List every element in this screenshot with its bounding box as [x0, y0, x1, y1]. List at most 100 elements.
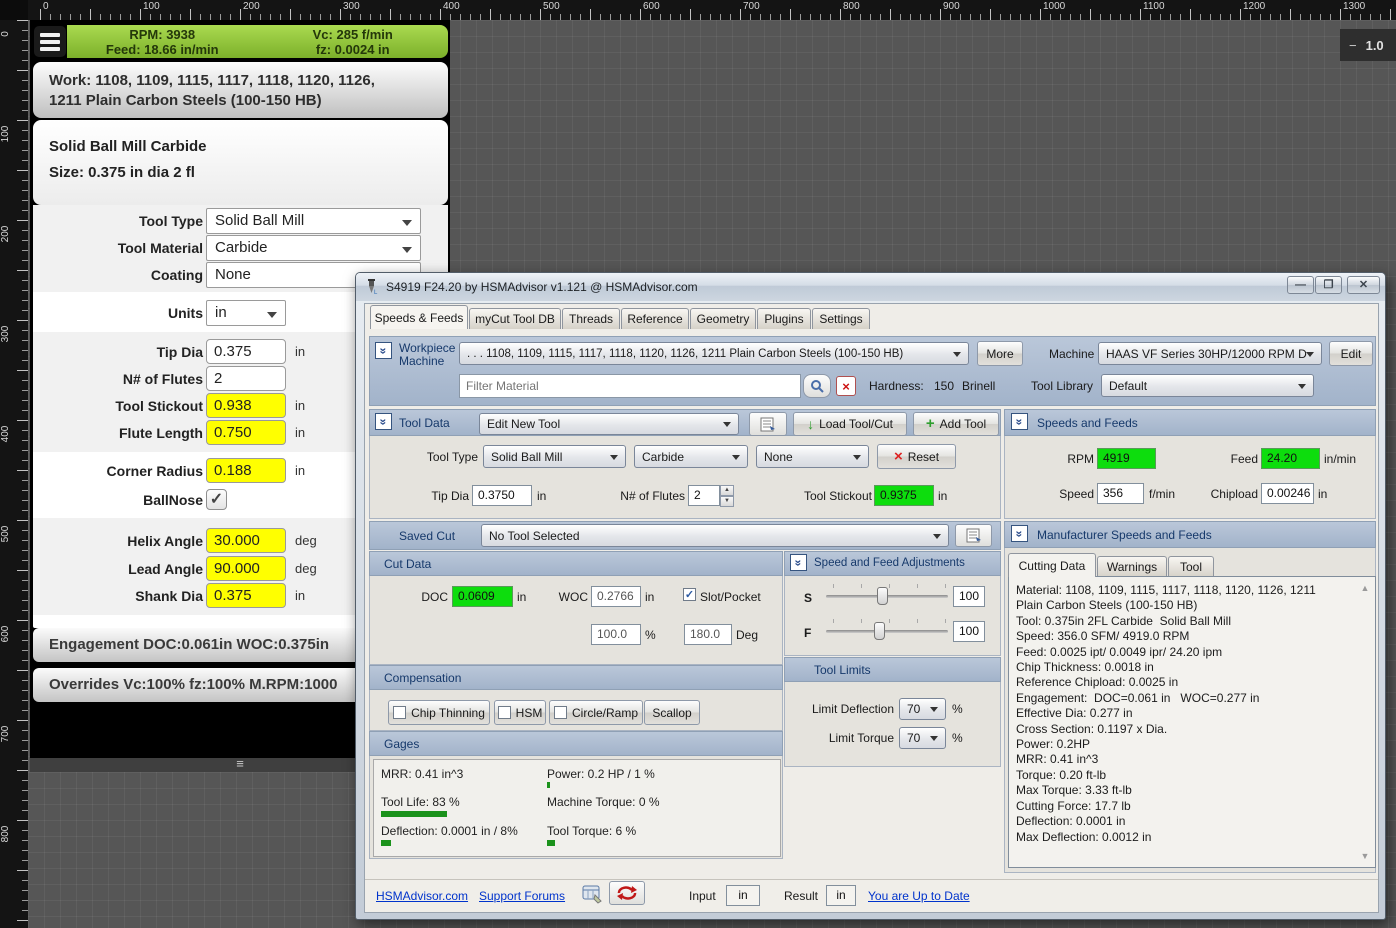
refresh-button[interactable]: [609, 881, 645, 905]
s-value-field[interactable]: 100: [953, 586, 985, 607]
saved-cut-list-button[interactable]: [955, 524, 992, 547]
f-value-field[interactable]: 100: [953, 621, 985, 642]
saved-cut-list-icon: [966, 528, 982, 543]
circle-ramp-button[interactable]: Circle/Ramp: [549, 700, 643, 725]
app-icon: L: [364, 279, 380, 295]
lead-angle-input[interactable]: 90.000: [206, 556, 286, 581]
woc-percent-field[interactable]: 100.0: [591, 624, 641, 645]
tool-library-select[interactable]: Default: [1101, 374, 1314, 397]
tip-dia-input[interactable]: 0.375: [206, 339, 286, 364]
collapse-speeds-feeds-button[interactable]: »: [1011, 413, 1028, 430]
hsm-checkbox[interactable]: [498, 706, 511, 719]
speeds-feeds-title: Speeds and Feeds: [1037, 416, 1138, 430]
support-forums-link[interactable]: Support Forums: [479, 889, 565, 903]
tool-select[interactable]: Edit New Tool: [479, 413, 739, 435]
reset-button[interactable]: × Reset: [877, 444, 956, 469]
speed-label: Speed: [1044, 487, 1094, 501]
units-select[interactable]: in: [206, 300, 286, 326]
chip-thinning-button[interactable]: Chip Thinning: [388, 700, 490, 725]
tab-threads[interactable]: Threads: [562, 308, 620, 329]
zoom-out-button[interactable]: −: [1349, 38, 1357, 53]
feed-field[interactable]: 24.20: [1261, 448, 1320, 469]
slot-pocket-checkbox[interactable]: ✓: [683, 588, 696, 601]
tool-stickout-input[interactable]: 0.938: [206, 393, 286, 418]
limit-torque-select[interactable]: 70: [899, 727, 946, 749]
chipload-field[interactable]: 0.00246: [1261, 483, 1314, 504]
update-status-link[interactable]: You are Up to Date: [868, 889, 970, 903]
tab-plugins[interactable]: Plugins: [757, 308, 811, 329]
hsmadvisor-link[interactable]: HSMAdvisor.com: [376, 889, 468, 903]
tab-speeds-feeds[interactable]: Speeds & Feeds: [370, 305, 468, 329]
f-slider[interactable]: [826, 630, 948, 633]
engage-angle-field[interactable]: 180.0: [684, 624, 732, 645]
doc-field[interactable]: 0.0609: [452, 586, 513, 607]
tool-list-button[interactable]: [749, 412, 787, 436]
maximize-button[interactable]: ❐: [1315, 276, 1342, 294]
rpm-field[interactable]: 4919: [1097, 448, 1156, 469]
filter-material-input[interactable]: [459, 374, 801, 398]
tool-list-icon: [760, 417, 776, 432]
hamburger-menu-icon[interactable]: [33, 25, 67, 58]
tool-library-label: Tool Library: [1031, 379, 1093, 393]
limit-deflection-select[interactable]: 70: [899, 698, 946, 720]
tool-material-select[interactable]: Carbide: [206, 235, 421, 261]
f-slider-thumb[interactable]: [874, 622, 885, 640]
ballnose-checkbox[interactable]: ✓: [206, 489, 227, 510]
tool-data-title: Tool Data: [399, 416, 450, 430]
search-button[interactable]: [803, 374, 831, 398]
scroll-up-icon[interactable]: ▲: [1358, 583, 1372, 593]
tab-warnings[interactable]: Warnings: [1097, 556, 1167, 577]
circle-ramp-checkbox[interactable]: [554, 706, 567, 719]
flutes-spin-up[interactable]: ▲: [720, 485, 734, 496]
collapse-manufacturer-button[interactable]: »: [1011, 525, 1028, 542]
tool-material-dropdown[interactable]: Carbide: [634, 445, 748, 468]
tip-dia-field[interactable]: 0.3750: [472, 485, 532, 506]
flutes-spin-down[interactable]: ▼: [720, 496, 734, 507]
close-button[interactable]: ✕: [1347, 276, 1380, 294]
shank-dia-input[interactable]: 0.375: [206, 583, 286, 608]
clear-filter-button[interactable]: ×: [836, 376, 856, 396]
tab-settings[interactable]: Settings: [812, 308, 870, 329]
work-material-card[interactable]: Work: 1108, 1109, 1115, 1117, 1118, 1120…: [33, 62, 448, 118]
material-select[interactable]: . . . 1108, 1109, 1115, 1117, 1118, 1120…: [459, 342, 969, 365]
tab-tool[interactable]: Tool: [1168, 556, 1214, 577]
machine-select[interactable]: HAAS VF Series 30HP/12000 RPM D: [1098, 342, 1322, 365]
s-slider-thumb[interactable]: [877, 587, 888, 605]
mycut-db-button[interactable]: [582, 883, 604, 905]
machine-section-label: Machine: [399, 354, 444, 368]
corner-radius-input[interactable]: 0.188: [206, 458, 286, 483]
num-flutes-input[interactable]: 2: [206, 366, 286, 391]
hsm-button[interactable]: HSM: [494, 700, 546, 725]
result-units-box[interactable]: in: [826, 885, 856, 906]
collapse-tool-data-button[interactable]: »: [375, 413, 392, 430]
chip-thinning-checkbox[interactable]: [393, 706, 406, 719]
ruler-corner: [0, 0, 28, 20]
helix-angle-input[interactable]: 30.000: [206, 528, 286, 553]
lead-angle-label: Lead Angle: [43, 556, 203, 582]
tab-geometry[interactable]: Geometry: [690, 308, 756, 329]
collapse-workpiece-button[interactable]: »: [375, 342, 392, 359]
more-button[interactable]: More: [977, 341, 1023, 366]
flutes-field[interactable]: 2: [688, 485, 720, 506]
scroll-down-icon[interactable]: ▼: [1358, 851, 1372, 861]
collapse-adjustments-button[interactable]: »: [790, 554, 807, 571]
tab-reference[interactable]: Reference: [621, 308, 689, 329]
tab-cutting-data[interactable]: Cutting Data: [1008, 553, 1096, 577]
scallop-button[interactable]: Scallop: [644, 700, 700, 725]
input-units-box[interactable]: in: [726, 885, 760, 906]
slot-pocket-label: Slot/Pocket: [700, 590, 761, 604]
tool-type-select[interactable]: Solid Ball Mill: [206, 208, 421, 234]
woc-field[interactable]: 0.2766: [591, 586, 641, 607]
load-tool-cut-button[interactable]: ↓ Load Tool/Cut: [793, 412, 907, 436]
rpm-label: RPM: [1044, 452, 1094, 466]
stickout-field[interactable]: 0.9375: [874, 485, 934, 506]
add-tool-button[interactable]: + Add Tool: [913, 412, 999, 436]
coating-dropdown[interactable]: None: [756, 445, 869, 468]
saved-cut-select[interactable]: No Tool Selected: [481, 524, 949, 547]
speed-field[interactable]: 356: [1097, 483, 1144, 504]
tool-type-dropdown[interactable]: Solid Ball Mill: [483, 445, 626, 468]
minimize-button[interactable]: —: [1287, 276, 1314, 294]
tab-mycut-tool-db[interactable]: myCut Tool DB: [469, 308, 561, 329]
edit-machine-button[interactable]: Edit: [1329, 341, 1373, 366]
flute-length-input[interactable]: 0.750: [206, 420, 286, 445]
